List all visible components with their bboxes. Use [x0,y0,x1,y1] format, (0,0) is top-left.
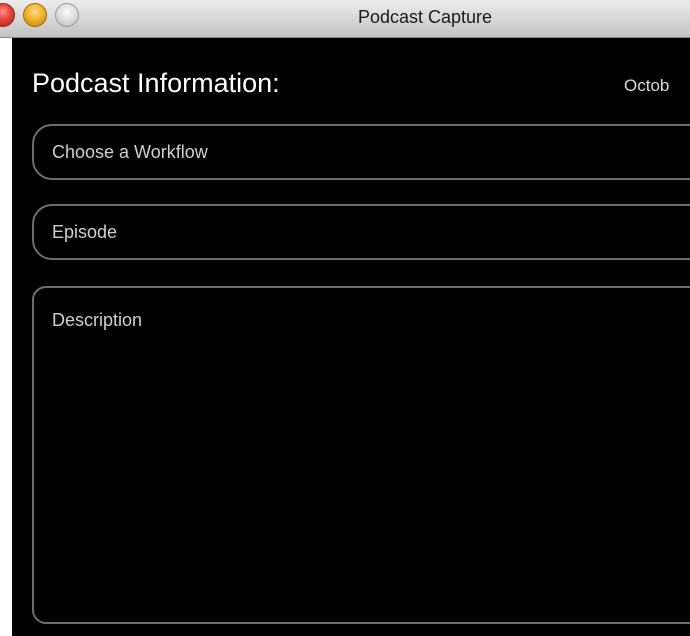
description-placeholder: Description [52,310,143,330]
episode-field[interactable]: Episode [32,204,690,260]
title-bar[interactable]: Podcast Capture [0,0,690,38]
workflow-placeholder: Choose a Workflow [52,142,208,162]
date-label: Octob [624,76,670,95]
podcast-capture-window: Podcast Capture Podcast Information: Oct… [0,0,690,636]
podcast-info-panel: Podcast Information: Octob Choose a Work… [12,38,690,636]
window-left-edge [0,38,12,636]
episode-placeholder: Episode [52,222,118,242]
description-field[interactable]: Description [32,286,690,624]
workflow-selector[interactable]: Choose a Workflow [32,124,690,180]
podcast-information-heading: Podcast Information: [32,68,280,98]
window-title: Podcast Capture [357,7,493,27]
